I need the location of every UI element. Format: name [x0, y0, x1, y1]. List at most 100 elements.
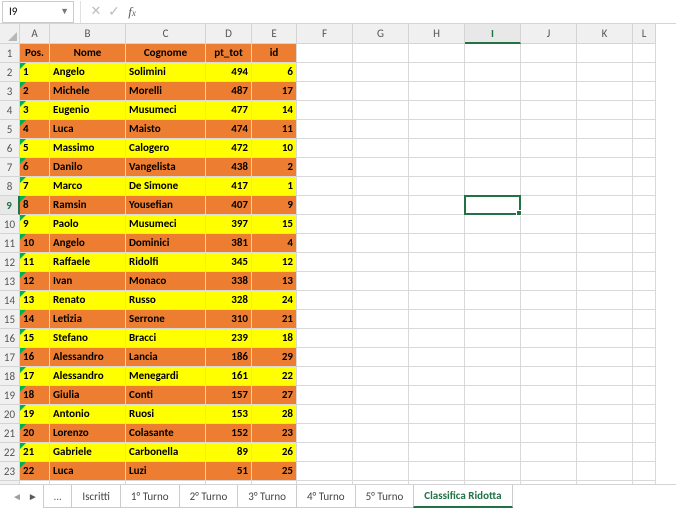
cell-J24[interactable]: [521, 481, 577, 484]
row-header-12[interactable]: 12: [0, 253, 20, 272]
cell-A17[interactable]: 16: [20, 348, 50, 367]
cell-D16[interactable]: 239: [206, 329, 252, 348]
row-header-22[interactable]: 22: [0, 443, 20, 462]
cell-F2[interactable]: [297, 63, 353, 82]
tab-next-icon[interactable]: ►: [28, 490, 38, 503]
cell-H20[interactable]: [409, 405, 465, 424]
cell-J13[interactable]: [521, 272, 577, 291]
cell-C5[interactable]: Maisto: [126, 120, 206, 139]
cell-K12[interactable]: [577, 253, 633, 272]
cell-I14[interactable]: [465, 291, 521, 310]
cell-J20[interactable]: [521, 405, 577, 424]
row-header-11[interactable]: 11: [0, 234, 20, 253]
cell-F9[interactable]: [297, 196, 353, 215]
cell-I17[interactable]: [465, 348, 521, 367]
cell-K19[interactable]: [577, 386, 633, 405]
cell-H6[interactable]: [409, 139, 465, 158]
cell-I5[interactable]: [465, 120, 521, 139]
row-headers[interactable]: 123456789101112131415161718192021222324: [0, 44, 20, 484]
cell-A12[interactable]: 11: [20, 253, 50, 272]
cell-J17[interactable]: [521, 348, 577, 367]
cell-F1[interactable]: [297, 44, 353, 63]
cell-F12[interactable]: [297, 253, 353, 272]
cell-K7[interactable]: [577, 158, 633, 177]
cell-E22[interactable]: 26: [252, 443, 297, 462]
cell-G14[interactable]: [353, 291, 409, 310]
cell-A5[interactable]: 4: [20, 120, 50, 139]
row-header-9[interactable]: 9: [0, 196, 20, 215]
cell-L24[interactable]: [633, 481, 656, 484]
row-header-19[interactable]: 19: [0, 386, 20, 405]
cell-A4[interactable]: 3: [20, 101, 50, 120]
cell-C9[interactable]: Yousefian: [126, 196, 206, 215]
cell-B14[interactable]: Renato: [50, 291, 126, 310]
cell-I4[interactable]: [465, 101, 521, 120]
row-header-5[interactable]: 5: [0, 120, 20, 139]
cell-C21[interactable]: Colasante: [126, 424, 206, 443]
row-header-14[interactable]: 14: [0, 291, 20, 310]
cell-J11[interactable]: [521, 234, 577, 253]
cell-L20[interactable]: [633, 405, 656, 424]
cell-L23[interactable]: [633, 462, 656, 481]
cell-A1[interactable]: Pos.: [20, 44, 50, 63]
cell-H18[interactable]: [409, 367, 465, 386]
cell-A20[interactable]: 19: [20, 405, 50, 424]
spreadsheet-grid[interactable]: ABCDEFGHIJKL 123456789101112131415161718…: [0, 24, 676, 484]
cell-J6[interactable]: [521, 139, 577, 158]
cell-C1[interactable]: Cognome: [126, 44, 206, 63]
cell-J22[interactable]: [521, 443, 577, 462]
col-header-C[interactable]: C: [126, 24, 206, 44]
cell-L11[interactable]: [633, 234, 656, 253]
cell-J9[interactable]: [521, 196, 577, 215]
cell-E16[interactable]: 18: [252, 329, 297, 348]
cell-D17[interactable]: 186: [206, 348, 252, 367]
cell-D2[interactable]: 494: [206, 63, 252, 82]
cell-I13[interactable]: [465, 272, 521, 291]
col-header-J[interactable]: J: [521, 24, 577, 44]
cell-E15[interactable]: 21: [252, 310, 297, 329]
column-headers[interactable]: ABCDEFGHIJKL: [20, 24, 676, 44]
cell-J8[interactable]: [521, 177, 577, 196]
cell-G20[interactable]: [353, 405, 409, 424]
cell-C11[interactable]: Dominici: [126, 234, 206, 253]
cell-F20[interactable]: [297, 405, 353, 424]
sheet-tab[interactable]: 5° Turno: [355, 485, 415, 508]
cell-D19[interactable]: 157: [206, 386, 252, 405]
sheet-tab[interactable]: Classifica Ridotta: [413, 485, 512, 508]
cell-A14[interactable]: 13: [20, 291, 50, 310]
cell-I11[interactable]: [465, 234, 521, 253]
sheet-tab[interactable]: 4° Turno: [296, 485, 356, 508]
cell-G10[interactable]: [353, 215, 409, 234]
tab-prev-icon[interactable]: ◄: [12, 490, 22, 503]
cell-K16[interactable]: [577, 329, 633, 348]
cell-E24[interactable]: [252, 481, 297, 484]
cell-D22[interactable]: 89: [206, 443, 252, 462]
cell-C15[interactable]: Serrone: [126, 310, 206, 329]
cell-J23[interactable]: [521, 462, 577, 481]
fx-icon[interactable]: fx: [123, 4, 141, 20]
col-header-F[interactable]: F: [297, 24, 353, 44]
cell-K2[interactable]: [577, 63, 633, 82]
cell-I16[interactable]: [465, 329, 521, 348]
cell-E23[interactable]: 25: [252, 462, 297, 481]
cell-B19[interactable]: Giulia: [50, 386, 126, 405]
col-header-H[interactable]: H: [409, 24, 465, 44]
cell-L18[interactable]: [633, 367, 656, 386]
row-header-3[interactable]: 3: [0, 82, 20, 101]
cell-B15[interactable]: Letizia: [50, 310, 126, 329]
cell-J19[interactable]: [521, 386, 577, 405]
cell-L17[interactable]: [633, 348, 656, 367]
cell-B21[interactable]: Lorenzo: [50, 424, 126, 443]
cell-L14[interactable]: [633, 291, 656, 310]
cell-K20[interactable]: [577, 405, 633, 424]
cell-D1[interactable]: pt_tot: [206, 44, 252, 63]
cell-I1[interactable]: [465, 44, 521, 63]
cell-H7[interactable]: [409, 158, 465, 177]
cell-B16[interactable]: Stefano: [50, 329, 126, 348]
cell-H10[interactable]: [409, 215, 465, 234]
col-header-L[interactable]: L: [633, 24, 656, 44]
cell-A22[interactable]: 21: [20, 443, 50, 462]
cell-E5[interactable]: 11: [252, 120, 297, 139]
cell-E19[interactable]: 27: [252, 386, 297, 405]
cell-J21[interactable]: [521, 424, 577, 443]
